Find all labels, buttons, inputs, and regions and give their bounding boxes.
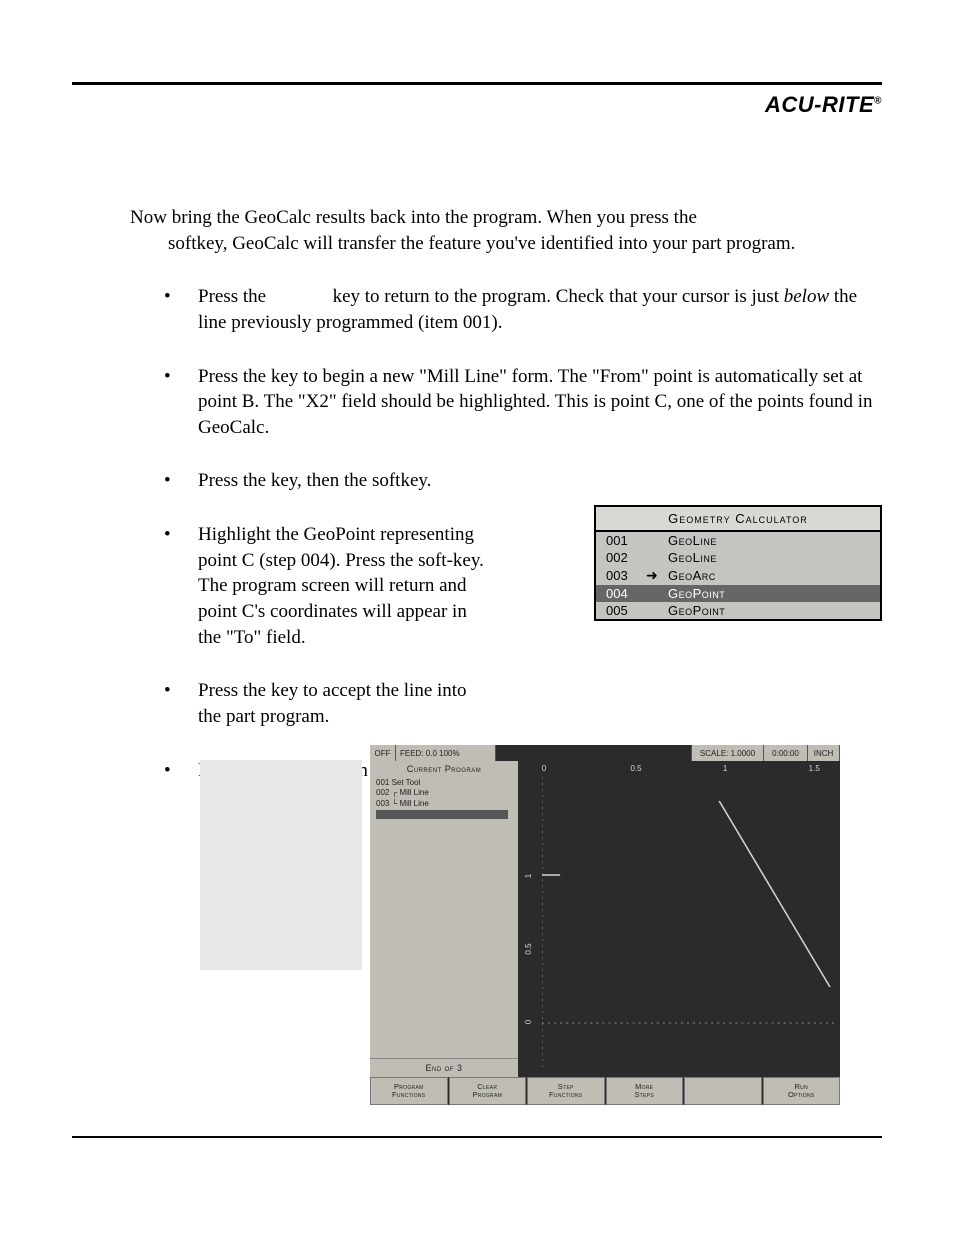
y-tick: 0.5 (524, 943, 533, 954)
geocalc-num: 005 (606, 603, 636, 618)
cnc-y-ticks: 10.50 (524, 779, 538, 1072)
geocalc-row[interactable]: 004 GeoPoint (596, 585, 880, 602)
geocalc-label: GeoPoint (668, 603, 725, 618)
program-line: 002 ┌ Mill Line (376, 788, 512, 798)
geocalc-label: GeoLine (668, 533, 717, 548)
softkey-button[interactable]: StepFunctions (527, 1077, 605, 1105)
softkey-button[interactable]: ClearProgram (449, 1077, 527, 1105)
brand-logo: ACU-RITE® (765, 92, 882, 118)
geocalc-num: 004 (606, 586, 636, 601)
geocalc-num: 001 (606, 533, 636, 548)
step-2: Press the key to begin a new "Mill Line"… (130, 364, 882, 441)
geocalc-row[interactable]: 003 ➜ GeoArc (596, 566, 880, 585)
x-tick: 0.5 (630, 764, 641, 773)
y-tick: 0 (524, 1020, 533, 1024)
bottom-rule (72, 1136, 882, 1138)
cnc-plot-area: 00.511.5 10.50 (518, 761, 840, 1077)
geocalc-title: Geometry Calculator (596, 507, 880, 532)
brand-mark: ® (874, 96, 882, 107)
cnc-program-panel: Current Program 001 Set Tool002 ┌ Mill L… (370, 761, 518, 1077)
step-1: Press the key to return to the program. … (130, 284, 882, 335)
geocalc-row[interactable]: 001 GeoLine (596, 532, 880, 549)
geocalc-label: GeoLine (668, 550, 717, 565)
geocalc-num: 003 (606, 568, 636, 583)
cnc-time: 0:00:00 (764, 745, 808, 761)
softkey-button (684, 1077, 762, 1105)
cnc-topbar: OFF FEED: 0.0 100% SCALE: 1.0000 0:00:00… (370, 745, 840, 761)
cnc-softkeys: ProgramFunctionsClearProgramStepFunction… (370, 1077, 840, 1105)
cnc-feed: FEED: 0.0 100% (396, 745, 496, 761)
geocalc-row[interactable]: 002 GeoLine (596, 549, 880, 566)
x-tick: 1.5 (809, 764, 820, 773)
cnc-body: Current Program 001 Set Tool002 ┌ Mill L… (370, 761, 840, 1077)
program-line: 001 Set Tool (376, 778, 512, 788)
cnc-program-title: Current Program (370, 761, 518, 776)
geocalc-label: GeoPoint (668, 586, 725, 601)
geometry-calculator-popup: Geometry Calculator 001 GeoLine 002 GeoLine… (594, 505, 882, 621)
cnc-plot (542, 777, 834, 1071)
cnc-x-ticks: 0 0.5 1 1.5 (538, 764, 835, 776)
lower-figure-area: OFF FEED: 0.0 100% SCALE: 1.0000 0:00:00… (200, 745, 840, 1105)
geocalc-label: GeoArc (668, 568, 716, 583)
intro-line-2: softkey, GeoCalc will transfer the featu… (168, 231, 882, 257)
brand-text: ACU-RITE (765, 92, 874, 117)
softkey-button[interactable]: RunOptions (763, 1077, 841, 1105)
cnc-unit: INCH (808, 745, 840, 761)
program-line: 003 └ Mill Line (376, 799, 512, 809)
softkey-button[interactable]: MoreSteps (606, 1077, 684, 1105)
cnc-end-of: End of 3 (370, 1058, 518, 1077)
cnc-spacer (496, 745, 692, 761)
geocalc-row[interactable]: 005 GeoPoint (596, 602, 880, 619)
x-tick: 0 (542, 764, 546, 773)
intro-paragraph: Now bring the GeoCalc results back into … (130, 205, 882, 256)
program-cursor (376, 810, 508, 819)
top-rule (72, 82, 882, 85)
cnc-program-list: 001 Set Tool002 ┌ Mill Line003 └ Mill Li… (370, 776, 518, 1058)
geocalc-num: 002 (606, 550, 636, 565)
placeholder-image (200, 760, 362, 970)
x-tick: 1 (723, 764, 727, 773)
intro-line-1: Now bring the GeoCalc results back into … (130, 207, 697, 228)
cnc-screen: OFF FEED: 0.0 100% SCALE: 1.0000 0:00:00… (370, 745, 840, 1105)
softkey-button[interactable]: ProgramFunctions (370, 1077, 448, 1105)
page-content: Now bring the GeoCalc results back into … (130, 205, 882, 811)
below-emphasis: below (784, 286, 829, 307)
cnc-off: OFF (370, 745, 396, 761)
cnc-scale: SCALE: 1.0000 (692, 745, 764, 761)
step-4: Highlight the GeoPoint representing poin… (130, 522, 490, 650)
arrow-icon: ➜ (646, 567, 658, 584)
step-3: Press the key, then the softkey. (130, 468, 882, 494)
y-tick: 1 (524, 873, 533, 877)
step-5: Press the key to accept the line into th… (130, 678, 490, 729)
